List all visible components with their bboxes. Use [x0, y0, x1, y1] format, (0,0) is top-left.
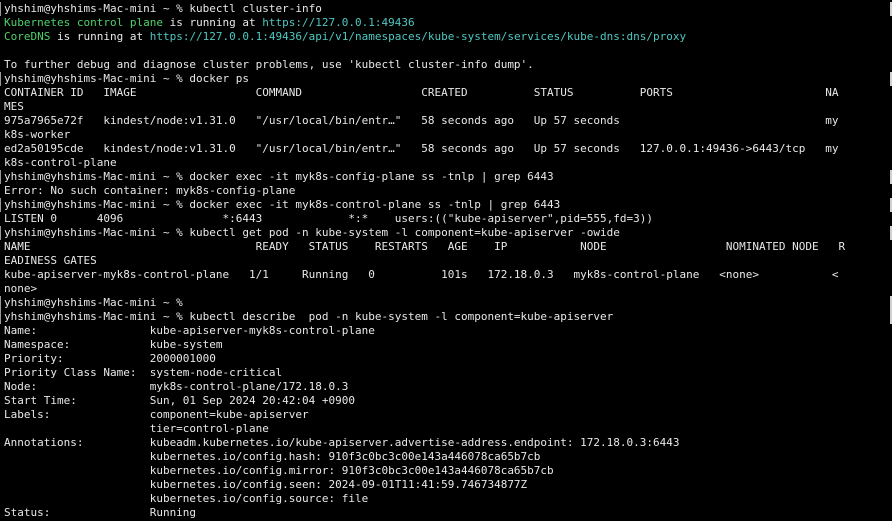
terminal-text: yhshim@yhshims-Mac-mini ~ % kubectl clus… — [4, 2, 322, 15]
terminal-prompt-line: yhshim@yhshims-Mac-mini ~ % — [4, 296, 183, 310]
terminal-output-line: none> — [4, 282, 37, 296]
terminal-text-green: CoreDNS — [4, 30, 51, 43]
terminal-output-line: kube-apiserver-myk8s-control-plane 1/1 R… — [4, 268, 838, 282]
prompt-marker — [0, 198, 1, 212]
terminal-text-teal: https://127.0.0.1:49436 — [262, 16, 415, 29]
prompt-marker — [0, 226, 1, 240]
terminal-output-line: Start Time: Sun, 01 Sep 2024 20:42:04 +0… — [4, 394, 355, 408]
terminal-text: yhshim@yhshims-Mac-mini ~ % docker exec … — [4, 198, 561, 211]
terminal-text: kubernetes.io/config.mirror: 910f3c0bc3c… — [4, 464, 554, 477]
terminal-output-line: kubernetes.io/config.mirror: 910f3c0bc3c… — [4, 464, 554, 478]
terminal-text: 975a7965e72f kindest/node:v1.31.0 "/usr/… — [4, 114, 839, 127]
terminal-text-green: Kubernetes control plane — [4, 16, 163, 29]
terminal-text: tier=control-plane — [4, 422, 269, 435]
prompt-marker — [0, 2, 1, 16]
prompt-marker — [0, 72, 1, 86]
terminal-text: kubernetes.io/config.hash: 910f3c0bc3c00… — [4, 450, 541, 463]
terminal-text: Error: No such container: myk8s-config-p… — [4, 184, 296, 197]
terminal-text: k8s-control-plane — [4, 156, 117, 169]
terminal-text: ed2a50195cde kindest/node:v1.31.0 "/usr/… — [4, 142, 839, 155]
terminal-text: Annotations: kubeadm.kubernetes.io/kube-… — [4, 436, 680, 449]
terminal-text: Name: kube-apiserver-myk8s-control-plane — [4, 324, 375, 337]
terminal-output-line: Priority: 2000001000 — [4, 352, 216, 366]
terminal-text: yhshim@yhshims-Mac-mini ~ % kubectl desc… — [4, 310, 614, 323]
terminal-output-line: tier=control-plane — [4, 422, 269, 436]
terminal-output-line: CONTAINER ID IMAGE COMMAND CREATED STATU… — [4, 86, 838, 100]
terminal-output-line: Status: Running — [4, 506, 196, 520]
terminal-output-line: Priority Class Name: system-node-critica… — [4, 366, 282, 380]
terminal-text: EADINESS GATES — [4, 254, 97, 267]
terminal-output-line: Kubernetes control plane is running at h… — [4, 16, 415, 30]
terminal-output-line: kubernetes.io/config.hash: 910f3c0bc3c00… — [4, 450, 541, 464]
terminal-output-line: Name: kube-apiserver-myk8s-control-plane — [4, 324, 375, 338]
terminal-output-line: Labels: component=kube-apiserver — [4, 408, 309, 422]
terminal-prompt-line: yhshim@yhshims-Mac-mini ~ % kubectl clus… — [4, 2, 322, 16]
terminal-output-line: kubernetes.io/config.seen: 2024-09-01T11… — [4, 478, 528, 492]
terminal-output-line: NAME READY STATUS RESTARTS AGE IP NODE N… — [4, 240, 845, 254]
terminal-text: kubernetes.io/config.seen: 2024-09-01T11… — [4, 478, 528, 491]
terminal-text: Namespace: kube-system — [4, 338, 223, 351]
terminal-output-line: k8s-control-plane — [4, 156, 117, 170]
terminal-output-line: Annotations: kubeadm.kubernetes.io/kube-… — [4, 436, 680, 450]
terminal-output-line: CoreDNS is running at https://127.0.0.1:… — [4, 30, 686, 44]
terminal-prompt-line: yhshim@yhshims-Mac-mini ~ % kubectl desc… — [4, 310, 613, 324]
terminal-text: Priority: 2000001000 — [4, 352, 216, 365]
terminal-text: k8s-worker — [4, 128, 71, 141]
terminal-text: CONTAINER ID IMAGE COMMAND CREATED STATU… — [4, 86, 839, 99]
terminal-output-line: To further debug and diagnose cluster pr… — [4, 58, 534, 72]
terminal-text: is running at — [162, 16, 263, 29]
prompt-marker — [0, 310, 1, 324]
terminal-text: MES — [4, 100, 24, 113]
terminal-window[interactable]: yhshim@yhshims-Mac-mini ~ % kubectl clus… — [0, 0, 892, 521]
terminal-text: Labels: component=kube-apiserver — [4, 408, 309, 421]
terminal-prompt-line: yhshim@yhshims-Mac-mini ~ % docker ps — [4, 72, 249, 86]
terminal-text: yhshim@yhshims-Mac-mini ~ % docker ps — [4, 72, 250, 85]
terminal-prompt-line: yhshim@yhshims-Mac-mini ~ % docker exec … — [4, 198, 560, 212]
prompt-marker — [0, 296, 1, 310]
terminal-text: Status: Running — [4, 506, 197, 519]
terminal-text: NAME READY STATUS RESTARTS AGE IP NODE N… — [4, 240, 846, 253]
terminal-text-teal: https://127.0.0.1:49436/api/v1/namespace… — [149, 30, 687, 43]
terminal-output-line: 975a7965e72f kindest/node:v1.31.0 "/usr/… — [4, 114, 838, 128]
terminal-text: yhshim@yhshims-Mac-mini ~ % kubectl get … — [4, 226, 620, 239]
terminal-text: yhshim@yhshims-Mac-mini ~ % docker exec … — [4, 170, 554, 183]
terminal-text: is running at — [50, 30, 150, 43]
terminal-text: LISTEN 0 4096 *:6443 *:* users:(("kube-a… — [4, 212, 654, 225]
terminal-text: kubernetes.io/config.source: file — [4, 492, 369, 505]
terminal-prompt-line: yhshim@yhshims-Mac-mini ~ % docker exec … — [4, 170, 554, 184]
terminal-text: yhshim@yhshims-Mac-mini ~ % — [4, 296, 183, 309]
terminal-output-line: ed2a50195cde kindest/node:v1.31.0 "/usr/… — [4, 142, 838, 156]
terminal-output-line: Error: No such container: myk8s-config-p… — [4, 184, 295, 198]
terminal-text: To further debug and diagnose cluster pr… — [4, 58, 534, 71]
prompt-marker — [0, 170, 1, 184]
terminal-text: Start Time: Sun, 01 Sep 2024 20:42:04 +0… — [4, 394, 355, 407]
terminal-output-line: Namespace: kube-system — [4, 338, 223, 352]
terminal-text: none> — [4, 282, 38, 295]
terminal-output-line: LISTEN 0 4096 *:6443 *:* users:(("kube-a… — [4, 212, 653, 226]
terminal-output-line: MES — [4, 100, 24, 114]
terminal-output-line: kubernetes.io/config.source: file — [4, 492, 369, 506]
terminal-text: Node: myk8s-control-plane/172.18.0.3 — [4, 380, 349, 393]
terminal-prompt-line: yhshim@yhshims-Mac-mini ~ % kubectl get … — [4, 226, 620, 240]
terminal-text: kube-apiserver-myk8s-control-plane 1/1 R… — [4, 268, 839, 281]
terminal-output-line: k8s-worker — [4, 128, 70, 142]
terminal-output-line: Node: myk8s-control-plane/172.18.0.3 — [4, 380, 348, 394]
terminal-output-line: EADINESS GATES — [4, 254, 97, 268]
terminal-text: Priority Class Name: system-node-critica… — [4, 366, 283, 379]
